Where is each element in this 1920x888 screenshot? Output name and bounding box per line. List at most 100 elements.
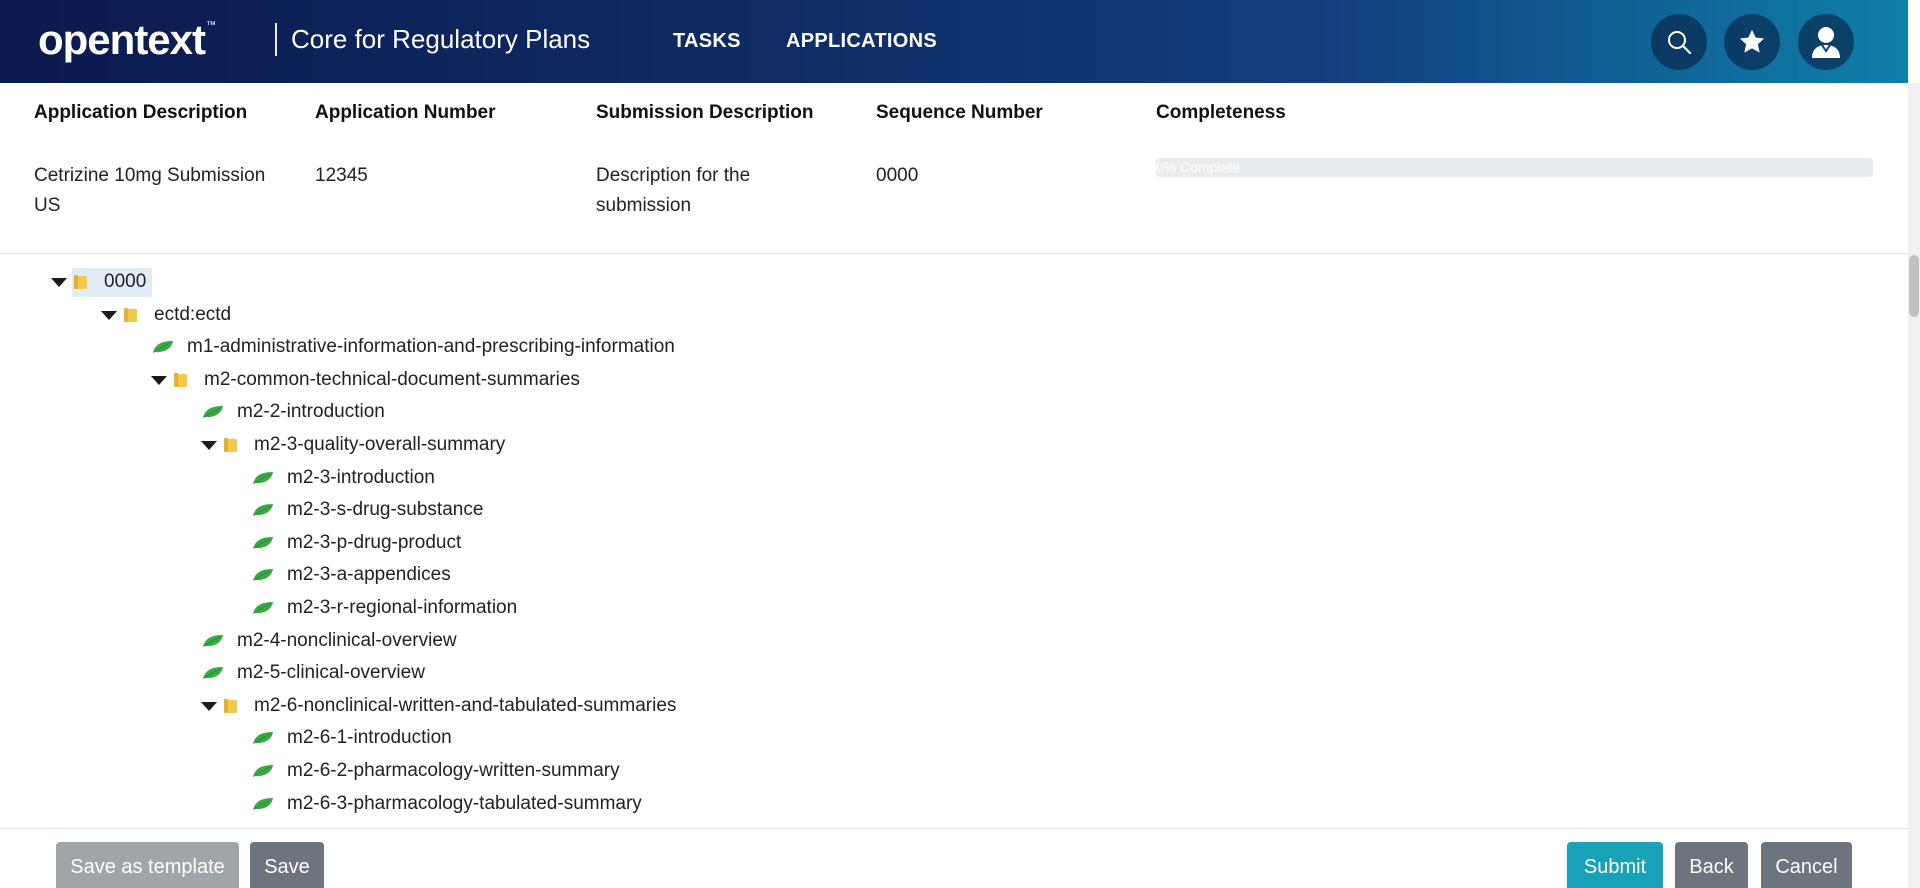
application-number-value: 12345 xyxy=(315,165,368,186)
tree-node-label: m2-3-a-appendices xyxy=(287,564,451,585)
favorites-button[interactable] xyxy=(1724,14,1780,70)
tree-folder-node[interactable]: m2-common-technical-document-summaries xyxy=(150,365,586,395)
tree-node-label: m2-3-p-drug-product xyxy=(287,532,462,553)
tree-node-label: m2-6-2-pharmacology-written-summary xyxy=(287,760,620,781)
tree-folder-node[interactable]: ectd:ectd xyxy=(100,300,237,330)
save-button[interactable]: Save xyxy=(250,842,324,888)
vertical-scrollbar[interactable] xyxy=(1908,83,1920,888)
tree-leaf-node[interactable]: m2-4-nonclinical-overview xyxy=(200,626,463,656)
leaf-icon xyxy=(253,472,273,484)
column-heading: Application Number xyxy=(315,102,496,123)
cancel-button[interactable]: Cancel xyxy=(1761,842,1852,888)
tree-leaf-node[interactable]: m2-6-2-pharmacology-written-summary xyxy=(250,756,626,786)
submit-button[interactable]: Submit xyxy=(1567,842,1663,888)
tree-node-label: m2-6-1-introduction xyxy=(287,727,452,748)
tree-node-label: m2-6-3-pharmacology-tabulated-summary xyxy=(287,793,642,814)
tree-leaf-node[interactable]: m2-5-clinical-overview xyxy=(200,658,431,688)
tree-node-label: m2-common-technical-document-summaries xyxy=(204,369,580,390)
tree-leaf-node[interactable]: m2-6-1-introduction xyxy=(250,723,458,753)
tree-node-content[interactable]: m2-3-s-drug-substance xyxy=(250,496,489,525)
leaf-icon xyxy=(203,635,223,647)
caret-down-icon[interactable] xyxy=(200,436,218,454)
logo-trademark: ™ xyxy=(206,20,216,31)
save-as-template-button[interactable]: Save as template xyxy=(56,842,239,888)
tree-node-label: ectd:ectd xyxy=(154,304,232,325)
leaf-icon xyxy=(253,504,273,516)
tree-node-content[interactable]: m2-3-introduction xyxy=(250,464,441,493)
tree-folder-node[interactable]: m2-3-quality-overall-summary xyxy=(200,430,511,460)
tree-node-content[interactable]: m2-6-2-pharmacology-written-summary xyxy=(250,757,626,786)
completeness-progress-bar: 0% Complete xyxy=(1156,158,1873,177)
tree-node-content[interactable]: m2-3-p-drug-product xyxy=(250,529,467,558)
tree-node-label: m2-2-introduction xyxy=(237,401,385,422)
app-title: Core for Regulatory Plans xyxy=(291,24,591,54)
leaf-icon xyxy=(253,732,273,744)
nav-tasks[interactable]: TASKS xyxy=(673,30,741,53)
leaf-icon xyxy=(203,667,223,679)
tree-node-content[interactable]: m2-6-1-introduction xyxy=(250,724,458,753)
column-heading: Application Description xyxy=(34,102,248,123)
tree-node-content[interactable]: m2-3-r-regional-information xyxy=(250,594,523,623)
column-heading: Submission Description xyxy=(596,102,814,123)
tree-leaf-node[interactable]: m2-3-p-drug-product xyxy=(250,528,467,558)
caret-down-icon[interactable] xyxy=(100,306,118,324)
tree-node-label: m1-administrative-information-and-prescr… xyxy=(187,336,675,357)
user-profile-button[interactable] xyxy=(1798,14,1854,70)
folder-icon xyxy=(224,699,237,713)
tree-node-content[interactable]: m2-6-3-pharmacology-tabulated-summary xyxy=(250,790,648,819)
tree-node-label: m2-4-nonclinical-overview xyxy=(237,630,457,651)
tree-node-label: m2-3-introduction xyxy=(287,467,435,488)
tree-leaf-node[interactable]: m1-administrative-information-and-prescr… xyxy=(150,332,681,362)
tree-node-label: m2-3-r-regional-information xyxy=(287,597,518,618)
application-description-value: Cetrizine 10mg Submission US xyxy=(34,165,266,216)
tree-node-content[interactable]: m2-6-nonclinical-written-and-tabulated-s… xyxy=(222,692,682,721)
search-icon xyxy=(1668,31,1692,55)
leaf-icon xyxy=(253,537,273,549)
tree-node-content[interactable]: m2-4-nonclinical-overview xyxy=(200,627,463,656)
tree-node-content[interactable]: m2-3-quality-overall-summary xyxy=(222,431,511,460)
tree-node-content[interactable]: ectd:ectd xyxy=(122,301,237,330)
folder-icon xyxy=(124,308,137,322)
logo-text: opentext xyxy=(38,16,206,63)
logo-divider xyxy=(275,23,277,56)
tree-node-content[interactable]: m1-administrative-information-and-prescr… xyxy=(150,333,681,362)
top-navigation-bar: opentext™ Core for Regulatory Plans TASK… xyxy=(0,0,1908,83)
submission-description-value: Description for the submission xyxy=(596,165,751,216)
leaf-icon xyxy=(203,406,223,418)
tree-node-label: m2-3-s-drug-substance xyxy=(287,499,484,520)
tree-node-content[interactable]: m2-common-technical-document-summaries xyxy=(172,366,586,395)
column-heading: Completeness xyxy=(1156,102,1286,123)
action-footer: Save as template Save Submit Back Cancel xyxy=(0,828,1908,888)
folder-icon xyxy=(224,438,237,452)
leaf-icon xyxy=(253,569,273,581)
folder-icon xyxy=(174,373,187,387)
tree-node-content[interactable]: 0000 xyxy=(72,267,153,297)
caret-down-icon[interactable] xyxy=(200,697,218,715)
leaf-icon xyxy=(153,341,173,353)
folder-icon xyxy=(74,275,87,289)
tree-leaf-node[interactable]: m2-3-introduction xyxy=(250,463,441,493)
search-button[interactable] xyxy=(1651,14,1707,70)
tree-leaf-node[interactable]: m2-3-r-regional-information xyxy=(250,593,523,623)
back-button[interactable]: Back xyxy=(1675,842,1748,888)
tree-node-content[interactable]: m2-3-a-appendices xyxy=(250,561,457,590)
tree-leaf-node[interactable]: m2-2-introduction xyxy=(200,397,391,427)
submission-tree: 0000 ectd:ectd m1-administrative-informati… xyxy=(0,255,1895,827)
caret-down-icon[interactable] xyxy=(50,273,68,291)
tree-node-content[interactable]: m2-2-introduction xyxy=(200,398,391,427)
sequence-number-value: 0000 xyxy=(876,165,919,186)
tree-leaf-node[interactable]: m2-3-s-drug-substance xyxy=(250,495,489,525)
opentext-logo: opentext™ xyxy=(38,16,216,64)
caret-down-icon[interactable] xyxy=(150,371,168,389)
tree-node-content[interactable]: m2-5-clinical-overview xyxy=(200,659,431,688)
submission-info-panel: Application Description Cetrizine 10mg S… xyxy=(0,83,1908,254)
tree-leaf-node[interactable]: m2-3-a-appendices xyxy=(250,560,457,590)
tree-leaf-node[interactable]: m2-6-3-pharmacology-tabulated-summary xyxy=(250,789,648,819)
leaf-icon xyxy=(253,798,273,810)
tree-folder-node[interactable]: m2-6-nonclinical-written-and-tabulated-s… xyxy=(200,691,682,721)
column-heading: Sequence Number xyxy=(876,102,1043,123)
scrollbar-thumb[interactable] xyxy=(1909,255,1919,317)
star-icon xyxy=(1739,29,1765,53)
nav-applications[interactable]: APPLICATIONS xyxy=(786,30,937,53)
tree-folder-node[interactable]: 0000 xyxy=(50,267,153,297)
